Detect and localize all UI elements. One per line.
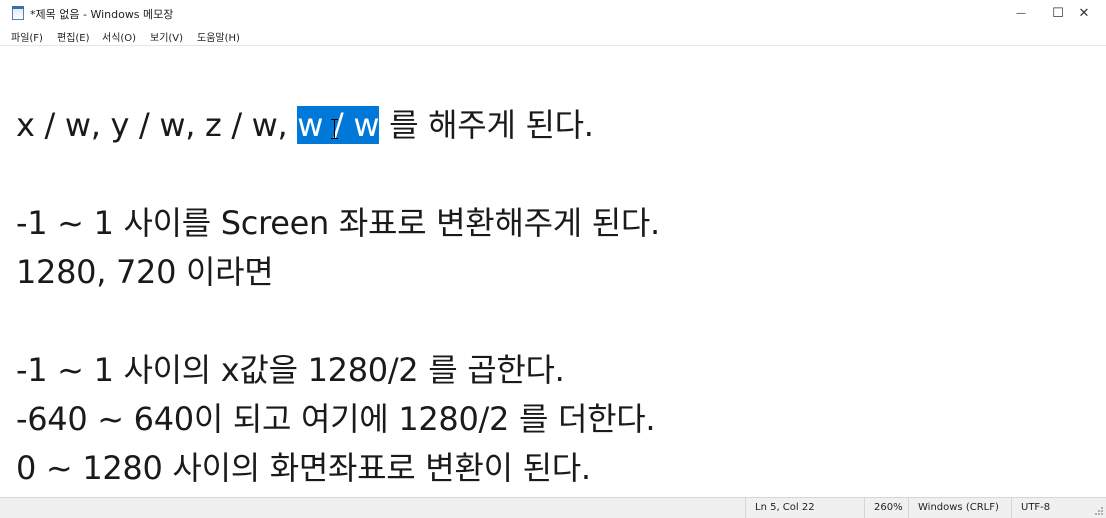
menu-help[interactable]: 도움말(H)	[197, 29, 240, 44]
close-button[interactable]: ✕	[1063, 0, 1105, 27]
i-beam-cursor-icon	[331, 118, 339, 140]
line-ending: Windows (CRLF)	[908, 498, 1008, 518]
line-text: 를 해주게 된다.	[379, 106, 594, 144]
title-bar[interactable]: *제목 없음 - Windows 메모장 — ☐ ✕	[0, 0, 1106, 27]
menu-bar: 파일(F) 편집(E) 서식(O) 보기(V) 도움말(H)	[0, 27, 1106, 45]
encoding: UTF-8	[1011, 498, 1106, 518]
cursor-position: Ln 5, Col 22	[745, 498, 867, 518]
text-line: -1 ~ 1 사이의 x값을 1280/2 를 곱한다.	[16, 351, 565, 389]
notepad-icon[interactable]	[12, 6, 24, 20]
menu-edit[interactable]: 편집(E)	[57, 29, 90, 44]
resize-grip-icon[interactable]	[1094, 506, 1104, 516]
window-title: *제목 없음 - Windows 메모장	[30, 8, 174, 21]
text-line: x / w, y / w, z / w, w / w 를 해주게 된다.	[16, 105, 594, 145]
menu-format[interactable]: 서식(O)	[102, 29, 136, 44]
menu-view[interactable]: 보기(V)	[150, 29, 183, 44]
text-line: 1280, 720 이라면	[16, 253, 274, 291]
line-text: x / w, y / w, z / w,	[16, 106, 298, 144]
text-line: -1 ~ 1 사이를 Screen 좌표로 변환해주게 된다.	[16, 204, 660, 242]
close-icon: ✕	[1078, 6, 1090, 21]
text-editor[interactable]: x / w, y / w, z / w, w / w 를 해주게 된다. -1 …	[0, 45, 1106, 497]
text-line: 0 ~ 1280 사이의 화면좌표로 변환이 된다.	[16, 449, 591, 487]
menu-file[interactable]: 파일(F)	[11, 29, 43, 44]
zoom-level: 260%	[864, 498, 908, 518]
minimize-icon: —	[1016, 8, 1026, 19]
minimize-button[interactable]: —	[1000, 0, 1042, 27]
text-line: -640 ~ 640이 되고 여기에 1280/2 를 더한다.	[16, 400, 656, 438]
status-bar: Ln 5, Col 22 260% Windows (CRLF) UTF-8	[0, 497, 1106, 518]
